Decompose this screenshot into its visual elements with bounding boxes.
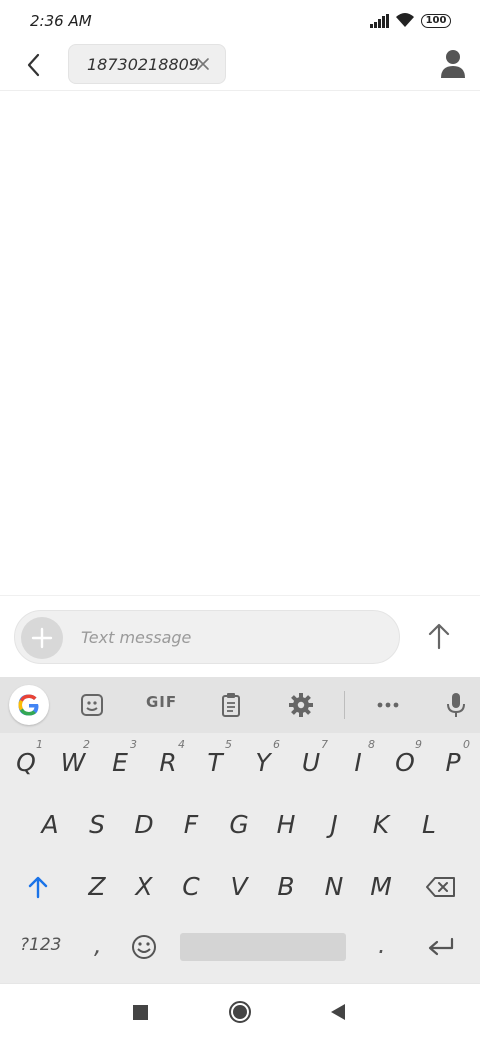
key-hint: 0 [463, 738, 470, 751]
key-c[interactable]: C [168, 859, 214, 915]
key-y[interactable]: Y6 [240, 735, 286, 791]
key-p[interactable]: P0 [430, 735, 476, 791]
key-u[interactable]: U7 [288, 735, 334, 791]
clipboard-icon[interactable] [215, 689, 247, 721]
key-hint: 1 [36, 738, 43, 751]
status-time: 2:36 AM [30, 12, 92, 30]
key-hint: 6 [273, 738, 280, 751]
key-hint: 7 [321, 738, 328, 751]
keyboard-toolbar: GIF [0, 677, 480, 733]
conversation-header: 18730218809 [0, 42, 480, 91]
key-o[interactable]: O9 [382, 735, 428, 791]
key-hint: 5 [225, 738, 232, 751]
enter-icon[interactable] [426, 935, 456, 959]
key-i[interactable]: I8 [335, 735, 381, 791]
nav-back-icon[interactable] [330, 1003, 346, 1021]
toolbar-divider [344, 691, 345, 719]
key-a[interactable]: A [27, 797, 73, 853]
person-icon[interactable] [438, 48, 468, 80]
key-g[interactable]: G [216, 797, 262, 853]
message-placeholder[interactable]: Text message [81, 628, 191, 647]
gear-icon[interactable] [285, 689, 317, 721]
key-t[interactable]: T5 [192, 735, 238, 791]
send-arrow-icon[interactable] [424, 620, 454, 652]
compose-bar: Text message [0, 595, 480, 678]
cell-signal-icon [370, 14, 389, 28]
recipient-chip[interactable]: 18730218809 [68, 44, 226, 84]
key-w[interactable]: W2 [50, 735, 96, 791]
key-k[interactable]: K [358, 797, 404, 853]
key-f[interactable]: F [168, 797, 214, 853]
mic-icon[interactable] [440, 689, 472, 721]
battery-indicator: 100 [421, 14, 451, 28]
more-dots-icon[interactable] [372, 689, 404, 721]
key-e[interactable]: E3 [97, 735, 143, 791]
emoji-icon[interactable] [130, 933, 158, 961]
key-hint: 3 [130, 738, 137, 751]
key-x[interactable]: X [121, 859, 167, 915]
sticker-icon[interactable] [76, 689, 108, 721]
close-icon[interactable] [195, 56, 211, 72]
system-nav-bar [0, 983, 480, 1041]
keyboard: GIF Q1 W2 E3 R4 T5 Y6 U7 I8 O9 P0 A S D … [0, 677, 480, 983]
key-hint: 2 [83, 738, 90, 751]
key-z[interactable]: Z [74, 859, 120, 915]
key-v[interactable]: V [216, 859, 262, 915]
key-m[interactable]: M [358, 859, 404, 915]
symbols-key[interactable]: ?123 [20, 935, 61, 955]
google-g-icon[interactable] [9, 685, 49, 725]
home-dot-icon [233, 1005, 247, 1019]
key-l[interactable]: L [406, 797, 452, 853]
shift-arrow-icon[interactable] [24, 873, 52, 901]
key-n[interactable]: N [311, 859, 357, 915]
gif-button[interactable]: GIF [146, 693, 177, 711]
key-hint: 9 [415, 738, 422, 751]
key-q[interactable]: Q1 [3, 735, 49, 791]
key-j[interactable]: J [311, 797, 357, 853]
period-key[interactable]: . [378, 931, 386, 959]
plus-icon[interactable] [21, 617, 63, 659]
key-s[interactable]: S [74, 797, 120, 853]
key-d[interactable]: D [121, 797, 167, 853]
message-field[interactable]: Text message [14, 610, 400, 664]
key-h[interactable]: H [263, 797, 309, 853]
message-list [0, 92, 480, 595]
back-arrow-icon[interactable] [20, 50, 50, 80]
comma-key[interactable]: , [94, 931, 102, 959]
backspace-icon[interactable] [424, 875, 458, 899]
key-hint: 4 [178, 738, 185, 751]
status-bar: 2:36 AM 100 [0, 0, 480, 42]
key-hint: 8 [368, 738, 375, 751]
key-r[interactable]: R4 [145, 735, 191, 791]
recents-button[interactable] [133, 1005, 148, 1020]
recipient-number: 18730218809 [87, 55, 199, 74]
key-b[interactable]: B [263, 859, 309, 915]
wifi-icon [396, 13, 414, 27]
spacebar[interactable] [180, 933, 346, 961]
